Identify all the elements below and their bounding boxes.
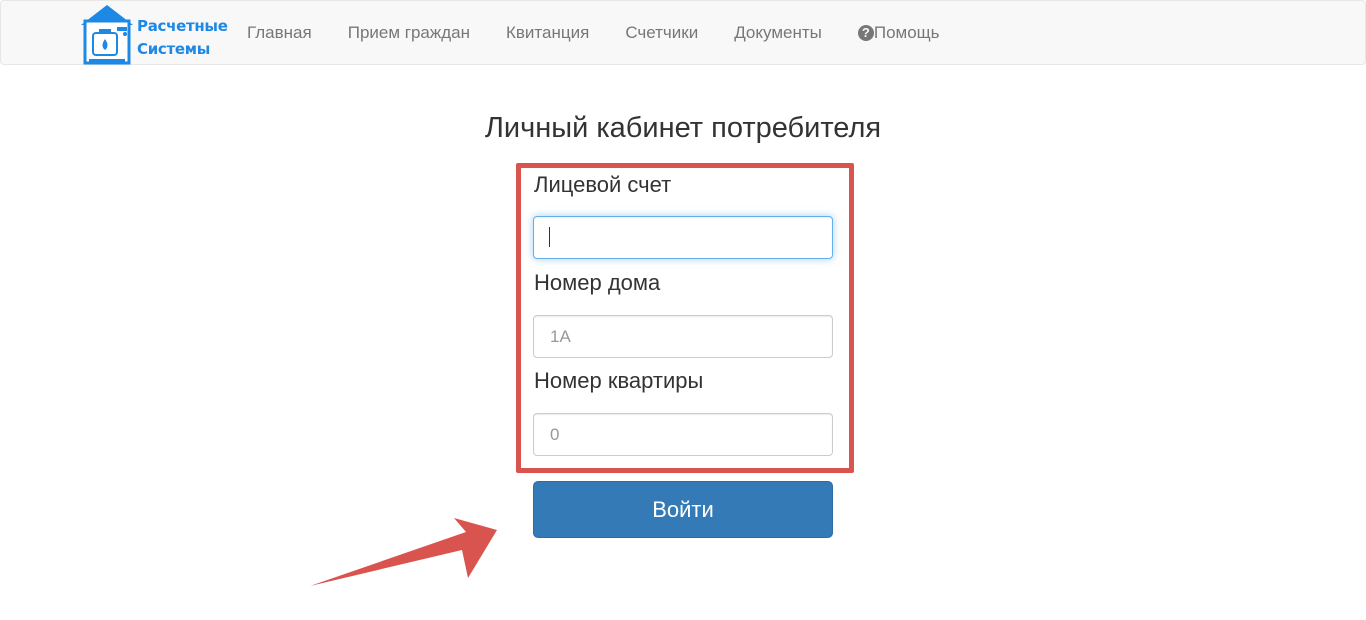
nav-item-meters[interactable]: Счетчики (607, 1, 716, 64)
house-number-input[interactable] (533, 315, 833, 358)
account-label: Лицевой счет (534, 172, 672, 197)
text-caret (549, 227, 550, 247)
brand-name: Расчетные Системы (137, 15, 228, 61)
login-button[interactable]: Войти (533, 481, 833, 538)
brand-line-2: Системы (137, 40, 211, 58)
nav-item-receipt[interactable]: Квитанция (488, 1, 607, 64)
main-menu: Главная Прием граждан Квитанция Счетчики… (229, 1, 958, 64)
nav-item-help[interactable]: ? Помощь (840, 1, 958, 64)
apartment-number-label: Номер квартиры (534, 368, 704, 393)
house-number-label: Номер дома (534, 270, 661, 295)
nav-item-documents[interactable]: Документы (716, 1, 840, 64)
nav-item-home[interactable]: Главная (229, 1, 330, 64)
nav-item-reception[interactable]: Прием граждан (330, 1, 488, 64)
brand-logo[interactable]: Расчетные Системы (79, 3, 229, 65)
nav-item-help-label: Помощь (873, 23, 940, 42)
page-title: Личный кабинет потребителя (484, 112, 882, 144)
top-navbar: Расчетные Системы Главная Прием граждан … (0, 0, 1366, 65)
annotation-arrow-icon (310, 518, 497, 586)
apartment-number-input[interactable] (533, 413, 833, 456)
brand-line-1: Расчетные (137, 17, 228, 35)
house-logo-icon (81, 5, 133, 65)
account-input[interactable] (533, 216, 833, 259)
question-circle-icon: ? (857, 25, 874, 41)
